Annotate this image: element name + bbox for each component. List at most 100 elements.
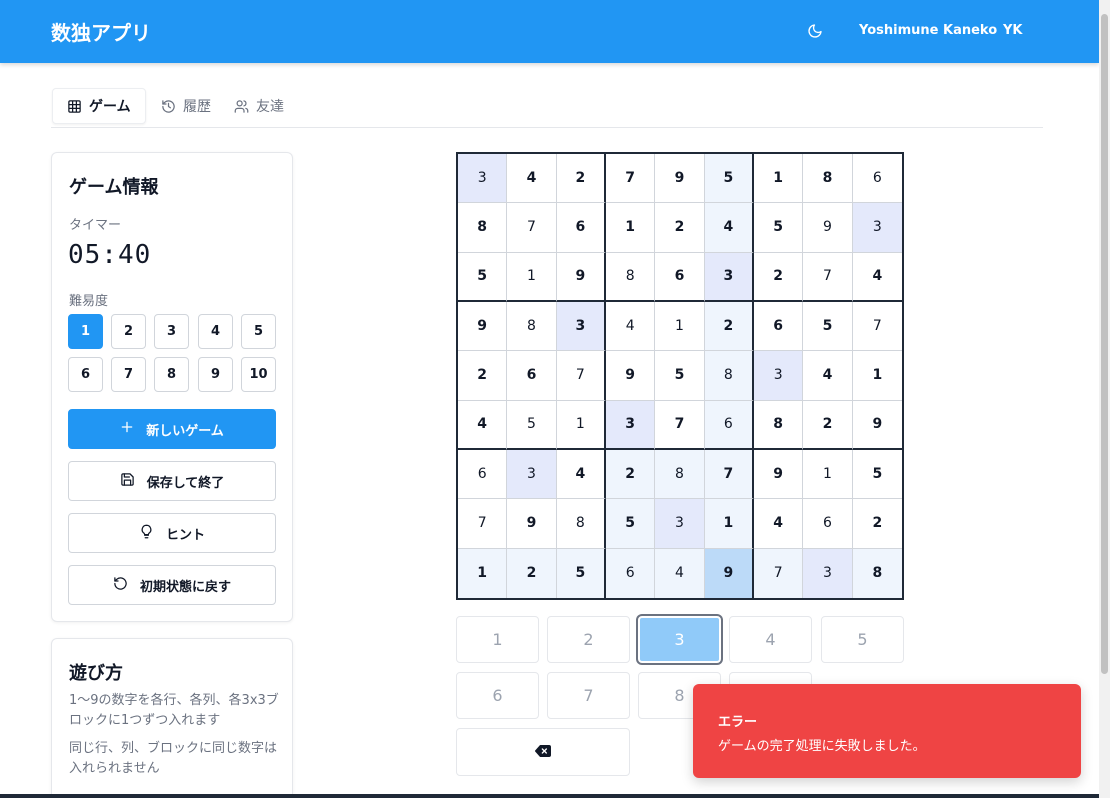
sudoku-cell[interactable]: 1 [605, 203, 656, 253]
sudoku-cell[interactable]: 5 [605, 499, 656, 549]
sudoku-cell[interactable]: 8 [852, 548, 902, 598]
sudoku-cell[interactable]: 3 [753, 351, 804, 401]
sudoku-cell[interactable]: 2 [655, 203, 705, 253]
number-button[interactable]: 3 [638, 616, 721, 663]
sudoku-cell[interactable]: 6 [605, 548, 656, 598]
sudoku-cell[interactable]: 2 [458, 351, 508, 401]
sudoku-cell[interactable]: 2 [852, 499, 902, 549]
sudoku-cell[interactable]: 7 [556, 351, 606, 401]
difficulty-button[interactable]: 6 [68, 357, 103, 392]
sudoku-cell[interactable]: 3 [852, 203, 902, 253]
user-name[interactable]: Yoshimune Kaneko [859, 23, 997, 38]
number-button[interactable]: 5 [821, 616, 904, 663]
sudoku-cell[interactable]: 3 [655, 499, 705, 549]
difficulty-button[interactable]: 8 [154, 357, 189, 392]
difficulty-button[interactable]: 10 [241, 357, 276, 392]
sudoku-cell[interactable]: 1 [803, 449, 853, 500]
sudoku-cell[interactable]: 2 [753, 252, 804, 302]
avatar[interactable]: YK [1003, 23, 1023, 38]
sudoku-cell[interactable]: 3 [803, 548, 853, 598]
sudoku-cell[interactable]: 3 [704, 252, 754, 302]
sudoku-cell[interactable]: 1 [753, 154, 804, 204]
sudoku-cell[interactable]: 6 [556, 203, 606, 253]
sudoku-cell[interactable]: 8 [605, 252, 656, 302]
sudoku-cell[interactable]: 4 [655, 548, 705, 598]
sudoku-cell[interactable]: 8 [507, 301, 557, 352]
sudoku-cell[interactable]: 5 [507, 400, 557, 450]
sudoku-cell[interactable]: 7 [605, 154, 656, 204]
sudoku-cell[interactable]: 2 [803, 400, 853, 450]
sudoku-cell[interactable]: 7 [753, 548, 804, 598]
sudoku-cell[interactable]: 4 [704, 203, 754, 253]
number-button[interactable]: 4 [729, 616, 812, 663]
number-button[interactable]: 6 [456, 672, 539, 719]
sudoku-cell[interactable]: 5 [458, 252, 508, 302]
difficulty-button[interactable]: 4 [198, 314, 233, 349]
erase-button[interactable] [456, 728, 630, 776]
sudoku-cell[interactable]: 9 [655, 154, 705, 204]
sudoku-cell[interactable]: 1 [852, 351, 902, 401]
sudoku-cell[interactable]: 4 [458, 400, 508, 450]
sudoku-cell[interactable]: 5 [852, 450, 902, 500]
difficulty-button[interactable]: 3 [154, 314, 189, 349]
sudoku-cell[interactable]: 5 [803, 301, 853, 352]
sudoku-cell[interactable]: 8 [753, 400, 804, 450]
difficulty-button[interactable]: 5 [241, 314, 276, 349]
sudoku-cell[interactable]: 3 [556, 301, 606, 352]
sudoku-cell[interactable]: 5 [655, 351, 705, 401]
sudoku-cell[interactable]: 8 [704, 351, 754, 401]
sudoku-cell[interactable]: 1 [704, 499, 754, 549]
sudoku-cell[interactable]: 2 [605, 449, 656, 500]
reset-button[interactable]: 初期状態に戻す [68, 565, 276, 605]
sudoku-cell[interactable]: 1 [458, 548, 508, 598]
error-toast[interactable]: エラー ゲームの完了処理に失敗しました。 [693, 684, 1081, 778]
moon-icon[interactable] [804, 20, 826, 42]
tab-history[interactable]: 履歴 [147, 88, 225, 124]
sudoku-cell[interactable]: 9 [753, 449, 804, 500]
number-button[interactable]: 7 [547, 672, 630, 719]
sudoku-cell[interactable]: 8 [803, 154, 853, 204]
difficulty-button[interactable]: 9 [198, 357, 233, 392]
sudoku-cell[interactable]: 6 [458, 449, 508, 500]
number-button[interactable]: 1 [456, 616, 539, 663]
sudoku-cell[interactable]: 4 [852, 253, 902, 302]
sudoku-cell[interactable]: 8 [458, 203, 508, 253]
sudoku-cell[interactable]: 9 [704, 548, 754, 598]
save-exit-button[interactable]: 保存して終了 [68, 461, 276, 501]
difficulty-button[interactable]: 2 [111, 314, 146, 349]
sudoku-cell[interactable]: 3 [458, 154, 508, 204]
sudoku-cell[interactable]: 7 [507, 203, 557, 253]
sudoku-cell[interactable]: 2 [556, 154, 606, 204]
sudoku-cell[interactable]: 6 [507, 351, 557, 401]
number-button[interactable]: 2 [547, 616, 630, 663]
sudoku-cell[interactable]: 5 [753, 203, 804, 253]
difficulty-button[interactable]: 1 [68, 314, 103, 349]
sudoku-cell[interactable]: 5 [704, 154, 754, 204]
sudoku-cell[interactable]: 9 [803, 203, 853, 253]
sudoku-cell[interactable]: 1 [507, 252, 557, 302]
difficulty-button[interactable]: 7 [111, 357, 146, 392]
hint-button[interactable]: ヒント [68, 513, 276, 553]
sudoku-cell[interactable]: 9 [605, 351, 656, 401]
sudoku-cell[interactable]: 9 [852, 401, 902, 450]
sudoku-cell[interactable]: 7 [704, 449, 754, 500]
sudoku-cell[interactable]: 7 [852, 302, 902, 352]
sudoku-cell[interactable]: 8 [655, 449, 705, 500]
sudoku-cell[interactable]: 9 [556, 252, 606, 302]
sudoku-cell[interactable]: 5 [556, 548, 606, 598]
sudoku-cell[interactable]: 2 [507, 548, 557, 598]
sudoku-cell[interactable]: 4 [507, 154, 557, 204]
sudoku-cell[interactable]: 4 [753, 499, 804, 549]
sudoku-cell[interactable]: 7 [655, 400, 705, 450]
sudoku-cell[interactable]: 7 [803, 252, 853, 302]
sudoku-cell[interactable]: 4 [803, 351, 853, 401]
tab-friends[interactable]: 友達 [220, 88, 298, 124]
sudoku-cell[interactable]: 6 [704, 400, 754, 450]
sudoku-cell[interactable]: 8 [556, 499, 606, 549]
sudoku-cell[interactable]: 3 [507, 449, 557, 500]
tab-game[interactable]: ゲーム [52, 88, 146, 124]
sudoku-cell[interactable]: 7 [458, 499, 508, 549]
new-game-button[interactable]: 新しいゲーム [68, 409, 276, 449]
sudoku-cell[interactable]: 6 [852, 154, 902, 204]
sudoku-cell[interactable]: 2 [704, 301, 754, 352]
